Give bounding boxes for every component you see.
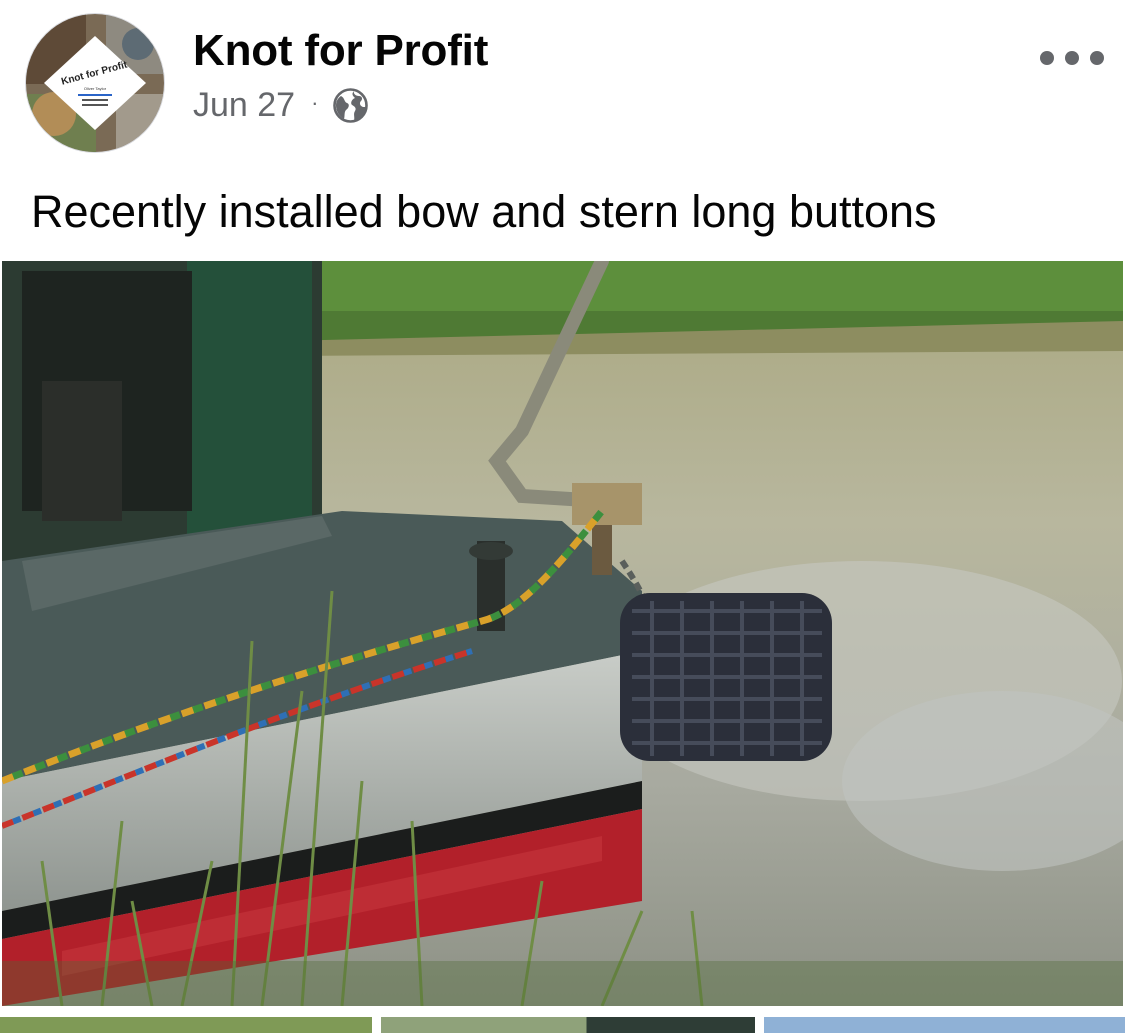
more-options-icon[interactable] bbox=[1040, 38, 1104, 78]
more-dot bbox=[1090, 51, 1104, 65]
photo-thumbnails bbox=[0, 1017, 1125, 1033]
meta-separator: · bbox=[311, 90, 319, 115]
boat-photo-illustration bbox=[2, 261, 1123, 1006]
post-photo[interactable] bbox=[2, 261, 1123, 1006]
post-date[interactable]: Jun 27 bbox=[193, 86, 295, 125]
thumbnail-2[interactable] bbox=[381, 1017, 755, 1033]
post-caption: Recently installed bow and stern long bu… bbox=[31, 186, 937, 237]
globe-icon bbox=[333, 87, 369, 123]
avatar-logo-subtext: Oliver Taylor bbox=[84, 86, 107, 91]
page-name-link[interactable]: Knot for Profit bbox=[193, 26, 488, 76]
thumbnail-3[interactable] bbox=[764, 1017, 1125, 1033]
thumbnail-1[interactable] bbox=[0, 1017, 372, 1033]
post-meta: Jun 27 · bbox=[193, 84, 369, 126]
page-avatar[interactable]: Knot for Profit Oliver Taylor bbox=[26, 14, 164, 152]
more-dot bbox=[1065, 51, 1079, 65]
more-dot bbox=[1040, 51, 1054, 65]
avatar-image: Knot for Profit Oliver Taylor bbox=[26, 14, 164, 152]
